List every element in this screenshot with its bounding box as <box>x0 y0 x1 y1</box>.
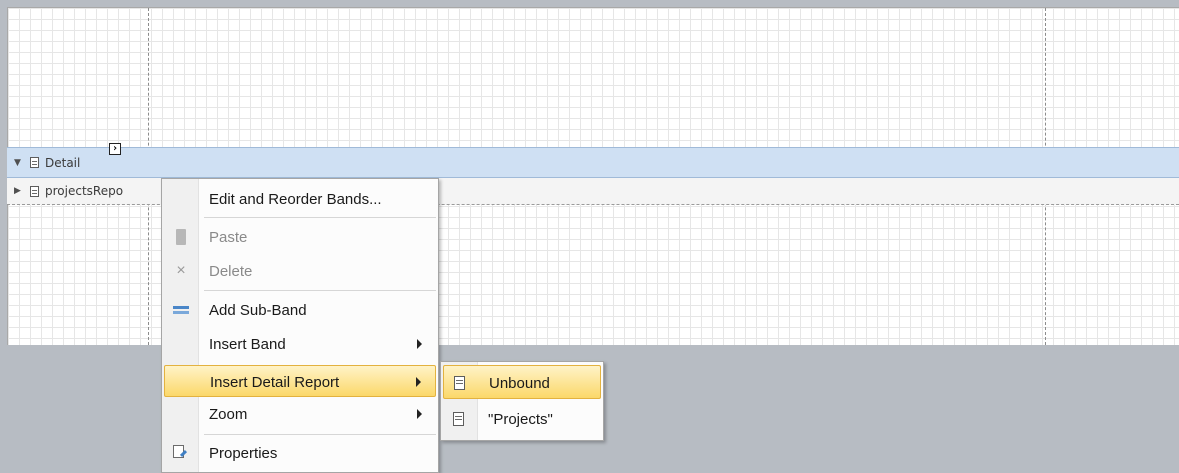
menu-separator <box>204 217 436 218</box>
paste-icon <box>176 229 186 245</box>
band-detail-report-label: projectsRepo <box>45 184 124 198</box>
menu-item-label: Zoom <box>209 406 248 423</box>
menu-item-label: Insert Detail Report <box>210 374 340 391</box>
report-icon <box>454 376 465 390</box>
insert-detail-report-submenu: Unbound "Projects" <box>440 361 604 441</box>
collapse-triangle-icon[interactable]: ▼ <box>14 158 24 168</box>
submenu-item-label: Unbound <box>489 375 550 392</box>
menu-item-insert-band[interactable]: Insert Band <box>164 328 436 360</box>
menu-item-properties[interactable]: Properties <box>164 437 436 469</box>
menu-separator <box>204 434 436 435</box>
band-detail-label: Detail <box>45 155 81 170</box>
menu-item-label: Insert Band <box>209 336 286 353</box>
smart-tag-icon[interactable]: › <box>109 143 121 155</box>
menu-item-delete[interactable]: × Delete <box>164 255 436 287</box>
sub-band-icon <box>173 302 189 318</box>
submenu-item-projects[interactable]: "Projects" <box>443 402 601 436</box>
menu-item-paste[interactable]: Paste <box>164 221 436 253</box>
submenu-item-label: "Projects" <box>488 411 553 428</box>
delete-icon: × <box>176 262 186 279</box>
menu-item-label: Properties <box>209 445 278 462</box>
properties-icon <box>173 445 184 458</box>
menu-item-zoom[interactable]: Zoom <box>164 398 436 430</box>
menu-item-label: Paste <box>209 229 248 246</box>
submenu-arrow-icon <box>416 377 421 387</box>
submenu-arrow-icon <box>417 409 422 419</box>
submenu-item-unbound[interactable]: Unbound <box>443 365 601 399</box>
submenu-arrow-icon <box>417 339 422 349</box>
context-menu: Edit and Reorder Bands... Paste × Delete… <box>161 178 439 473</box>
menu-item-insert-detail-report[interactable]: Insert Detail Report <box>164 365 436 397</box>
menu-item-label: Add Sub-Band <box>209 302 307 319</box>
menu-item-add-sub-band[interactable]: Add Sub-Band <box>164 294 436 326</box>
menu-separator <box>204 290 436 291</box>
menu-item-label: Delete <box>209 263 253 280</box>
report-icon <box>453 412 464 426</box>
band-detail[interactable]: ▼ Detail <box>7 147 1179 178</box>
menu-item-edit-reorder-bands[interactable]: Edit and Reorder Bands... <box>164 183 436 215</box>
band-icon <box>30 157 39 168</box>
menu-item-label: Edit and Reorder Bands... <box>209 191 382 208</box>
band-icon <box>30 185 39 197</box>
expand-triangle-icon[interactable]: ▶ <box>14 186 24 196</box>
